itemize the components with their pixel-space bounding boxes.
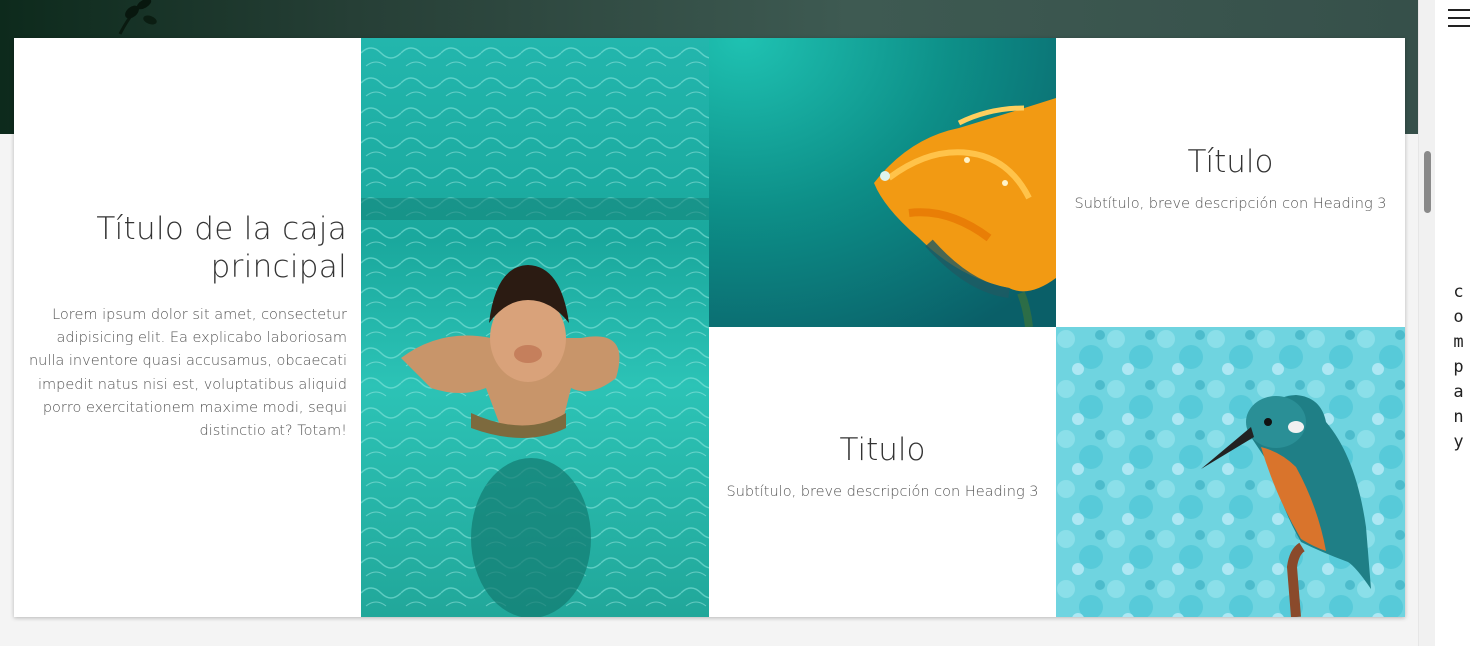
- swimmer-photo: [361, 38, 709, 617]
- brand-vertical-text[interactable]: c o m p a n y: [1435, 280, 1482, 455]
- main-box-title: Título de la caja principal: [96, 211, 347, 285]
- feature-box-subtitle: Subtítulo, breve descripción con Heading…: [1074, 196, 1387, 212]
- side-navigation: c o m p a n y: [1435, 0, 1482, 646]
- brand-letter: p: [1453, 357, 1464, 377]
- flower-photo: [709, 38, 1056, 327]
- brand-letter: n: [1453, 407, 1464, 427]
- main-box-text: Lorem ipsum dolor sit amet, consectetur …: [28, 307, 347, 440]
- feature-grid: Título de la caja principal Lorem ipsum …: [14, 38, 1405, 617]
- brand-letter: m: [1453, 332, 1464, 352]
- brand-letter: c: [1453, 282, 1464, 302]
- kingfisher-photo: [1056, 327, 1405, 617]
- hamburger-menu-icon[interactable]: [1448, 9, 1470, 27]
- feature-box-top-right: Título Subtítulo, breve descripción con …: [1056, 38, 1405, 327]
- brand-letter: a: [1453, 382, 1464, 402]
- feature-box-title: Titulo: [839, 432, 926, 468]
- leaf-icon: [118, 0, 157, 35]
- vertical-scrollbar[interactable]: [1418, 0, 1435, 646]
- feature-box-subtitle: Subtítulo, breve descripción con Heading…: [726, 484, 1039, 500]
- brand-letter: y: [1453, 432, 1464, 452]
- feature-box-bottom-middle: Titulo Subtítulo, breve descripción con …: [709, 327, 1056, 617]
- feature-box-title: Título: [1187, 144, 1274, 180]
- scrollbar-thumb[interactable]: [1424, 151, 1431, 213]
- brand-letter: o: [1453, 307, 1464, 327]
- main-feature-box: Título de la caja principal Lorem ipsum …: [14, 38, 361, 617]
